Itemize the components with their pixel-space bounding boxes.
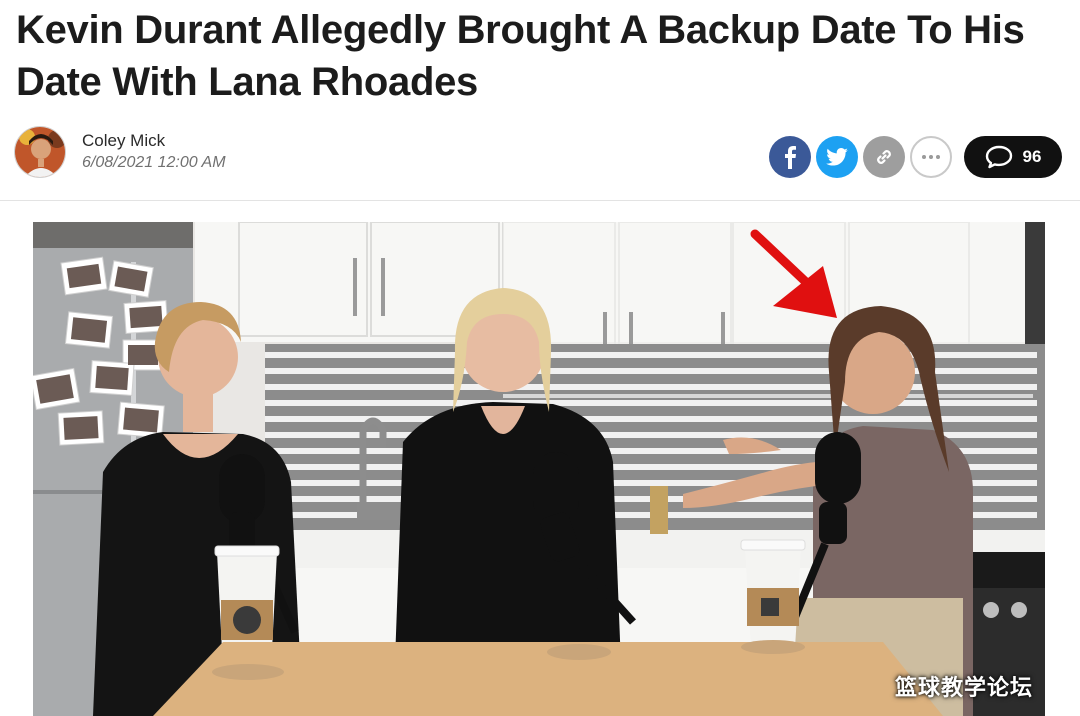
twitter-icon [826,148,848,166]
twitter-share-button[interactable] [816,136,858,178]
header-divider [0,200,1080,201]
byline: Coley Mick 6/08/2021 12:00 AM 96 [14,124,1066,184]
comment-count: 96 [1022,147,1042,166]
comment-icon [985,145,1012,169]
facebook-icon [785,146,796,169]
more-share-button[interactable] [910,136,952,178]
podcast-photo [33,222,1045,716]
copy-link-button[interactable] [863,136,905,178]
article-headline: Kevin Durant Allegedly Brought A Backup … [16,8,1025,104]
share-bar: 96 [764,136,1062,178]
comments-button[interactable]: 96 [964,136,1062,178]
article-hero-image[interactable]: 篮球教学论坛 [33,222,1045,716]
publish-date: 6/08/2021 12:00 AM [82,154,226,171]
watermark-text: 篮球教学论坛 [894,676,1033,701]
author-name[interactable]: Coley Mick [82,131,165,151]
link-icon [877,150,891,164]
facebook-share-button[interactable] [769,136,811,178]
more-icon [922,155,940,159]
author-avatar[interactable] [14,126,66,178]
